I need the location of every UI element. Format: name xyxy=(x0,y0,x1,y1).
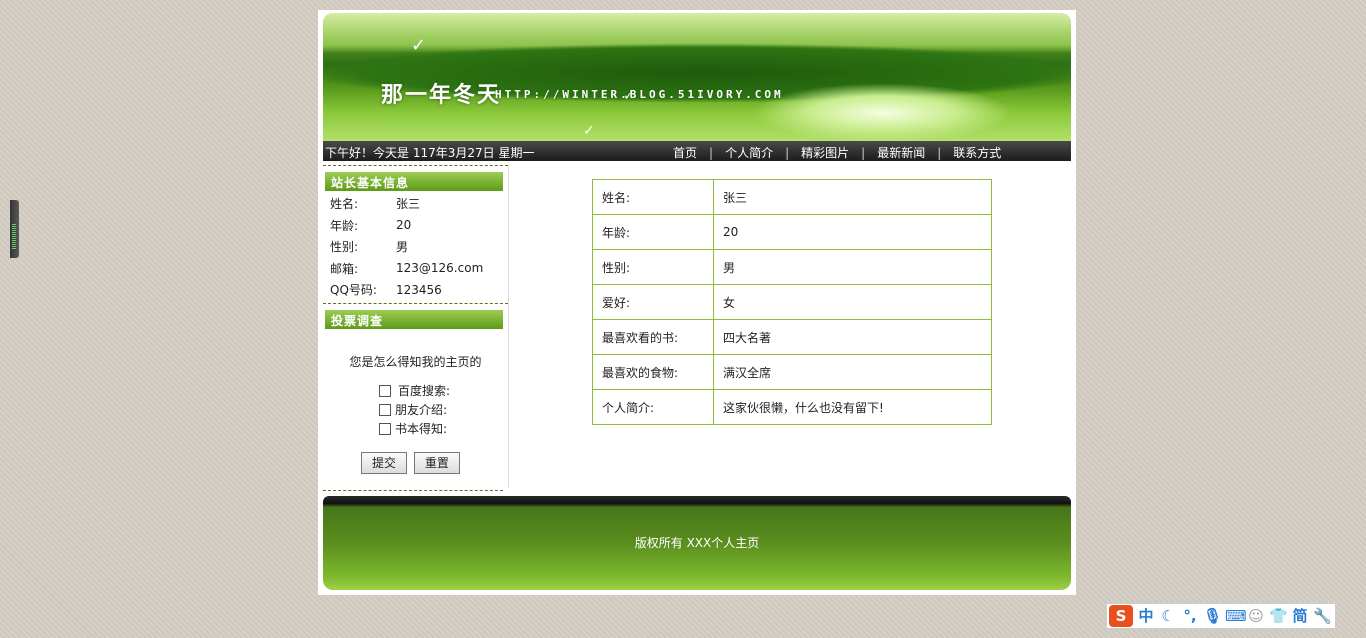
info-label: QQ号码: xyxy=(330,283,377,298)
info-row: 性别: 男 xyxy=(323,236,508,258)
table-row: 性别: 男 xyxy=(592,249,992,285)
ime-toolbar: S 中 ☾ °, 🎙 ⌨ ☺ 👕 简 🔧 xyxy=(1106,603,1336,629)
submit-button[interactable]: 提交 xyxy=(361,452,408,474)
date-greeting: 下午好！今天是 117年3月27日 星期一 xyxy=(325,146,535,160)
browser-viewport: ✓ ✓ ✓ 那一年冬天 HTTP://WINTER.BLOG.51IVORY.C… xyxy=(10,10,1356,628)
vote-option-label: 书本得知: xyxy=(395,422,448,436)
table-row: 最喜欢看的书: 四大名著 xyxy=(592,319,992,355)
nav-link-contact[interactable]: 联系方式 xyxy=(953,146,1001,160)
seagull-icon: ✓ xyxy=(411,35,427,56)
punctuation-icon[interactable]: °, xyxy=(1181,605,1199,627)
table-row: 年龄: 20 xyxy=(592,214,992,250)
wrench-icon[interactable]: 🔧 xyxy=(1313,605,1332,627)
info-value: 123456 xyxy=(396,282,442,297)
info-row: 姓名: 张三 xyxy=(323,193,508,215)
vote-question: 您是怎么得知我的主页的 xyxy=(349,354,482,369)
info-label: 年龄: xyxy=(330,218,359,233)
vote-option: 书本得知: xyxy=(379,420,508,438)
ime-mode-toggle[interactable]: 中 xyxy=(1137,605,1155,627)
keyboard-icon[interactable]: ⌨ xyxy=(1225,605,1247,627)
microphone-icon[interactable]: 🎙 xyxy=(1203,605,1222,627)
profile-label: 性别: xyxy=(592,249,714,285)
nav-separator: | xyxy=(709,146,714,160)
reset-button[interactable]: 重置 xyxy=(413,452,460,474)
navbar: 下午好！今天是 117年3月27日 星期一 首页 | 个人简介 | 精彩图片 | 最新新闻 |… xyxy=(323,141,1071,161)
vote-checkbox[interactable] xyxy=(379,384,391,397)
profile-label: 爱好: xyxy=(592,284,714,320)
seagull-icon: ✓ xyxy=(583,123,595,139)
profile-label: 姓名: xyxy=(592,179,714,215)
vote-option: 百度搜索: xyxy=(379,382,508,400)
nav-separator: | xyxy=(861,146,866,160)
sogou-logo-icon[interactable]: S xyxy=(1109,605,1133,627)
profile-table: 姓名: 张三 年龄: 20 性别: 男 爱好: 女 最喜欢看的书: 四大名著 最喜欢的食物… xyxy=(592,179,992,425)
info-value: 张三 xyxy=(396,197,421,212)
info-label: 邮箱: xyxy=(330,261,359,276)
info-row: QQ号码: 123456 xyxy=(323,279,508,301)
profile-value: 男 xyxy=(713,249,992,285)
info-label: 姓名: xyxy=(330,197,359,212)
vote-checkbox[interactable] xyxy=(379,422,391,435)
profile-label: 最喜欢的食物: xyxy=(592,354,714,390)
user-icon[interactable]: ☺ xyxy=(1247,605,1265,627)
nav-link-news[interactable]: 最新新闻 xyxy=(877,146,925,160)
vote-buttons: 提交 重置 xyxy=(361,452,463,474)
profile-value: 20 xyxy=(713,214,992,250)
info-row: 邮箱: 123@126.com xyxy=(323,258,508,280)
info-value: 123@126.com xyxy=(396,261,484,276)
divider xyxy=(323,165,508,166)
info-value: 20 xyxy=(396,218,412,233)
page-container: ✓ ✓ ✓ 那一年冬天 HTTP://WINTER.BLOG.51IVORY.C… xyxy=(318,10,1076,595)
owner-info-list: 姓名: 张三 年龄: 20 性别: 男 邮箱: 123@126.com QQ号码: 123… xyxy=(323,193,508,301)
vote-option-label: 朋友介绍: xyxy=(395,403,448,417)
info-label: 性别: xyxy=(330,240,359,255)
nav-separator: | xyxy=(937,146,942,160)
shirt-icon[interactable]: 👕 xyxy=(1269,605,1288,627)
vote-checkbox[interactable] xyxy=(379,403,391,416)
nav-link-photos[interactable]: 精彩图片 xyxy=(801,146,849,160)
vote-option-label: 百度搜索: xyxy=(398,384,451,398)
info-row: 年龄: 20 xyxy=(323,215,508,237)
site-url: HTTP://WINTER.BLOG.51IVORY.COM xyxy=(495,88,784,101)
profile-value: 满汉全席 xyxy=(713,354,992,390)
nav-link-profile[interactable]: 个人简介 xyxy=(725,146,773,160)
divider xyxy=(323,490,503,491)
nav-link-home[interactable]: 首页 xyxy=(673,146,697,160)
info-section-title: 站长基本信息 xyxy=(325,172,503,191)
simplified-toggle[interactable]: 简 xyxy=(1291,605,1309,627)
profile-label: 年龄: xyxy=(592,214,714,250)
vote-section-title: 投票调查 xyxy=(325,309,503,329)
sidebar: 站长基本信息 姓名: 张三 年龄: 20 性别: 男 邮箱: 123@126.com Q… xyxy=(323,165,509,491)
copyright-text: 版权所有 XXX个人主页 xyxy=(634,536,760,550)
vote-option: 朋友介绍: xyxy=(379,400,508,420)
divider xyxy=(323,302,508,304)
table-row: 个人简介: 这家伙很懒，什么也没有留下! xyxy=(592,389,992,425)
footer: 版权所有 XXX个人主页 xyxy=(323,496,1071,590)
profile-value: 这家伙很懒，什么也没有留下! xyxy=(713,389,992,425)
profile-label: 最喜欢看的书: xyxy=(592,319,714,355)
table-row: 爱好: 女 xyxy=(592,284,992,320)
profile-value: 四大名著 xyxy=(713,319,992,355)
profile-label: 个人简介: xyxy=(592,389,714,425)
table-row: 最喜欢的食物: 满汉全席 xyxy=(592,354,992,390)
profile-value: 女 xyxy=(713,284,992,320)
side-panel-handle[interactable] xyxy=(10,200,19,258)
site-title: 那一年冬天 xyxy=(381,83,502,108)
nav-links: 首页 | 个人简介 | 精彩图片 | 最新新闻 | 联系方式 xyxy=(673,144,1001,161)
profile-value: 张三 xyxy=(713,179,992,215)
info-value: 男 xyxy=(396,240,409,255)
table-row: 姓名: 张三 xyxy=(592,179,992,215)
nav-separator: | xyxy=(785,146,790,160)
moon-icon[interactable]: ☾ xyxy=(1159,605,1177,627)
vote-options: 百度搜索: 朋友介绍: 书本得知: xyxy=(323,382,508,438)
header-banner: ✓ ✓ ✓ 那一年冬天 HTTP://WINTER.BLOG.51IVORY.C… xyxy=(323,13,1071,141)
